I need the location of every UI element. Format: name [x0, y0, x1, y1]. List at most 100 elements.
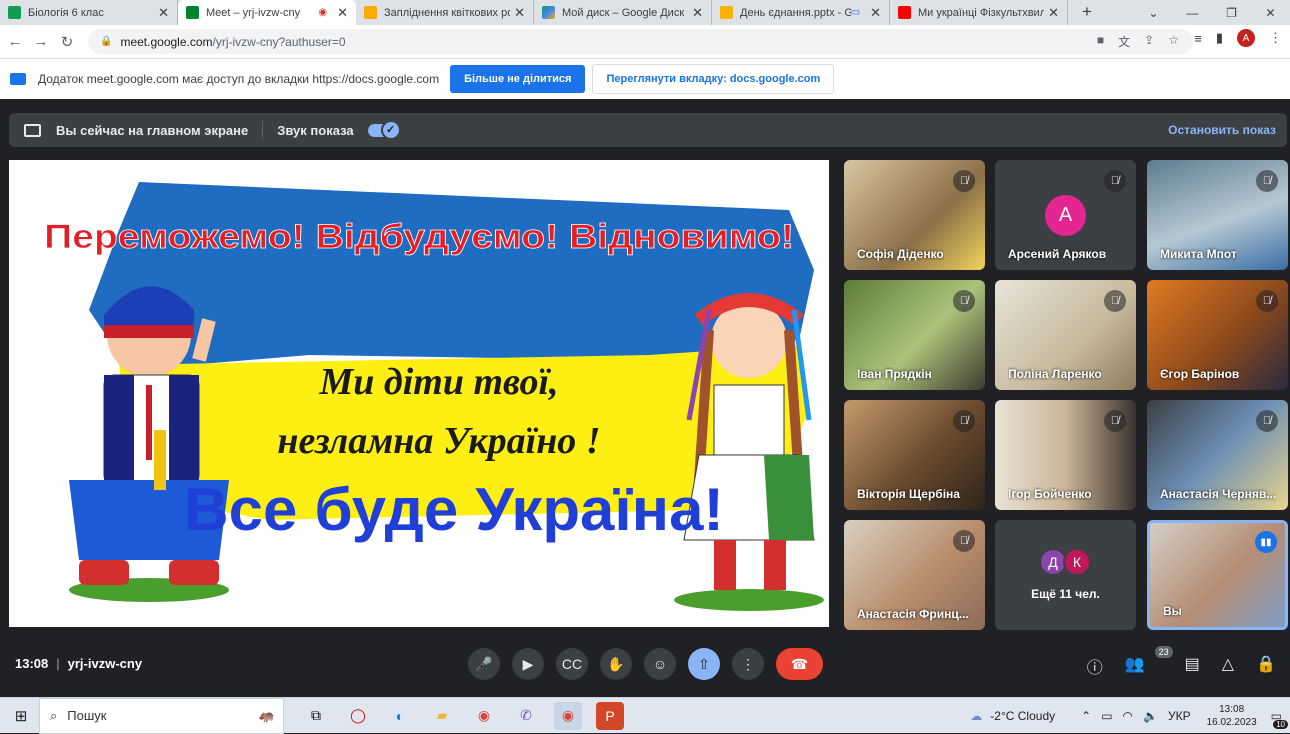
chrome-icon[interactable]: ◉ [470, 702, 498, 730]
mic-off-icon: 🎙̸ [953, 170, 975, 192]
bookmark-star-icon[interactable]: ☆ [1168, 33, 1179, 50]
back-icon[interactable]: ← [2, 33, 28, 50]
participant-tile[interactable]: 🎙̸ Микита Мпот [1147, 160, 1288, 270]
mic-off-icon: 🎙̸ [953, 290, 975, 312]
slide-line-3: незламна Україно ! [277, 420, 600, 462]
address-bar-row: ← → ↻ 🔒 meet.google.com/yrj-ivzw-cny?aut… [0, 25, 1290, 58]
stop-presenting-button[interactable]: Остановить показ [1168, 123, 1276, 137]
avatar: A [1045, 195, 1086, 236]
close-tab-icon[interactable]: ✕ [158, 5, 169, 21]
more-participants-tile[interactable]: Д К Ещё 11 чел. [995, 520, 1136, 630]
presenting-bar: Вы сейчас на главном экране Звук показа … [9, 113, 1287, 147]
media-control-icon[interactable]: ≡ [1194, 31, 1202, 46]
camera-icon[interactable]: ■ [1097, 33, 1104, 50]
minimize-button[interactable]: — [1173, 6, 1212, 20]
present-button[interactable]: ⇧ [688, 648, 720, 680]
participant-tile[interactable]: 🎙̸ A Арсений Аряков [995, 160, 1136, 270]
menu-kebab-icon[interactable]: ⋮ [1269, 30, 1282, 46]
participant-tile[interactable]: 🎙̸ Анастасія Черняв... [1147, 400, 1288, 510]
share-icon[interactable]: ⇪ [1144, 33, 1154, 50]
close-tab-icon[interactable]: ✕ [692, 5, 703, 21]
side-panel-icon[interactable]: ▮ [1216, 30, 1223, 46]
slide-illustration: Переможемо! Відбудуємо! Відновимо! Ми ді… [44, 182, 824, 611]
meet-icon [186, 6, 199, 19]
tab-unity-day[interactable]: День єднання.pptx - G ▭ ✕ [712, 0, 890, 25]
new-tab-button[interactable]: + [1082, 2, 1092, 22]
participant-tile[interactable]: 🎙̸ Поліна Ларенко [995, 280, 1136, 390]
captions-button[interactable]: CC [556, 648, 588, 680]
weather-label[interactable]: -2°C Cloudy [990, 709, 1055, 723]
restore-button[interactable]: ❐ [1212, 6, 1251, 20]
people-icon[interactable]: 👥23 [1125, 646, 1173, 678]
tab-meet[interactable]: Meet – yrj-ivzw-cny ◉ ✕ [178, 0, 356, 25]
volume-icon[interactable]: 🔈 [1143, 709, 1158, 723]
viber-icon[interactable]: ✆ [512, 702, 540, 730]
powerpoint-icon[interactable]: P [596, 701, 624, 730]
speaking-indicator-icon: ▮▮ [1255, 531, 1277, 553]
participant-tile[interactable]: 🎙̸ Ігор Бойченко [995, 400, 1136, 510]
tab-drive[interactable]: Мой диск – Google Диск ✕ [534, 0, 712, 25]
close-tab-icon[interactable]: ✕ [870, 5, 881, 21]
windows-start-icon[interactable]: ⊞ [6, 707, 36, 725]
translate-icon[interactable]: 文 [1118, 33, 1130, 50]
profile-avatar[interactable]: A [1237, 29, 1255, 47]
forward-icon[interactable]: → [28, 33, 54, 50]
avatar: К [1063, 548, 1091, 576]
opera-icon[interactable]: ◯ [344, 702, 372, 730]
view-tab-button[interactable]: Переглянути вкладку: docs.google.com [592, 64, 835, 94]
recording-icon: ◉ [318, 7, 328, 18]
notifications-icon[interactable]: ▭ 10 [1271, 709, 1288, 729]
tab-search-icon[interactable]: ⌄ [1134, 6, 1173, 20]
stop-sharing-button[interactable]: Більше не ділитися [450, 65, 586, 93]
tab-pollination[interactable]: Запліднення квіткових рос ✕ [356, 0, 534, 25]
sheets-icon [8, 6, 21, 19]
camera-button[interactable]: ▶ [512, 648, 544, 680]
wifi-icon[interactable]: ◠ [1123, 709, 1133, 723]
slide-line-4: Все буде Україна! [184, 476, 724, 543]
tab-youtube[interactable]: Ми українці Фізкультхвил ✕ [890, 0, 1068, 25]
shared-slide: Переможемо! Відбудуємо! Відновимо! Ми ді… [9, 160, 829, 627]
self-tile[interactable]: ▮▮ Вы [1147, 520, 1288, 630]
mic-off-icon: 🎙̸ [953, 410, 975, 432]
close-window-button[interactable]: ✕ [1251, 6, 1290, 20]
close-tab-icon[interactable]: ✕ [1048, 5, 1059, 21]
close-tab-icon[interactable]: ✕ [514, 5, 525, 21]
chevron-up-icon[interactable]: ⌃ [1081, 709, 1091, 723]
present-screen-icon [24, 123, 41, 137]
more-options-button[interactable]: ⋮ [732, 648, 764, 680]
windows-taskbar: ⊞ ⌕ Пошук 🦛 ⧉ ◯ ◐ ▰ ◉ ✆ ◉ P ☁ -2°C Cloud… [0, 697, 1290, 734]
host-controls-icon[interactable]: 🔒 [1256, 654, 1276, 678]
file-explorer-icon[interactable]: ▰ [428, 702, 456, 730]
slide-headline: Переможемо! Відбудуємо! Відновимо! [44, 218, 794, 256]
mic-off-icon: 🎙̸ [1104, 290, 1126, 312]
language-indicator[interactable]: УКР [1168, 709, 1191, 723]
participant-tile[interactable]: 🎙̸ Вікторія Щербіна [844, 400, 985, 510]
edge-icon[interactable]: ◐ [386, 702, 414, 730]
activities-icon[interactable]: △ [1222, 654, 1234, 678]
mic-off-icon: 🎙̸ [1104, 410, 1126, 432]
share-audio-label: Звук показа [277, 122, 354, 138]
cloud-icon: ☁ [970, 709, 983, 723]
participant-tile[interactable]: 🎙̸ Софія Діденко [844, 160, 985, 270]
task-view-icon[interactable]: ⧉ [302, 702, 330, 730]
participant-tile[interactable]: 🎙̸ Анастасія Фринц... [844, 520, 985, 630]
battery-icon[interactable]: ▭ [1101, 709, 1112, 723]
taskbar-clock[interactable]: 13:08 16.02.2023 [1207, 703, 1257, 729]
raise-hand-button[interactable]: ✋ [600, 648, 632, 680]
chrome-icon[interactable]: ◉ [554, 701, 582, 730]
tab-strip: Біологія 6 клас ✕ Meet – yrj-ivzw-cny ◉ ✕ З… [0, 0, 1290, 25]
tab-biology[interactable]: Біологія 6 клас ✕ [0, 0, 178, 25]
system-tray: ☁ -2°C Cloudy ⌃ ▭ ◠ 🔈 УКР 13:08 16.02.20… [970, 698, 1290, 734]
chat-icon[interactable]: ▤ [1185, 654, 1200, 678]
reload-icon[interactable]: ↻ [54, 33, 80, 51]
share-audio-toggle[interactable]: ✓ [367, 119, 401, 140]
taskbar-search[interactable]: ⌕ Пошук 🦛 [39, 697, 284, 734]
meeting-info-icon[interactable]: ⓘ [1087, 654, 1103, 678]
leave-call-button[interactable]: ☎ [776, 648, 823, 680]
url-field[interactable]: 🔒 meet.google.com/yrj-ivzw-cny?authuser=… [88, 29, 1193, 54]
microphone-button[interactable]: 🎤 [468, 648, 500, 680]
participant-tile[interactable]: 🎙̸ Іван Прядкін [844, 280, 985, 390]
close-tab-icon[interactable]: ✕ [337, 5, 348, 21]
reactions-button[interactable]: ☺ [644, 648, 676, 680]
participant-tile[interactable]: 🎙̸ Єгор Барінов [1147, 280, 1288, 390]
